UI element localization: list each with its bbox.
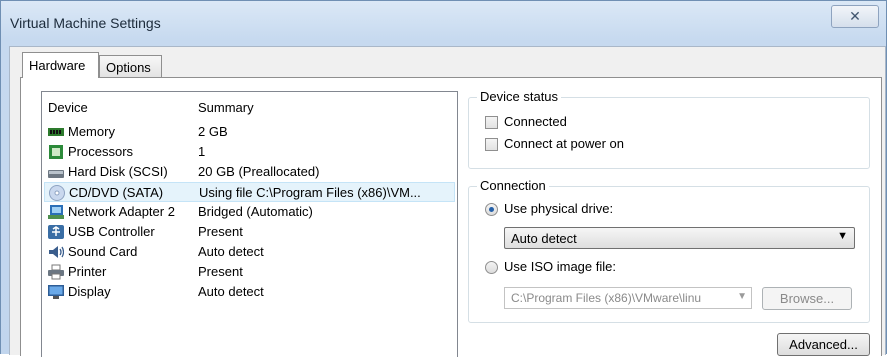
tab-hardware-label: Hardware: [29, 58, 86, 73]
device-name: USB Controller: [68, 224, 155, 239]
connected-label[interactable]: Connected: [504, 114, 567, 129]
hardware-tab-panel: Device Summary Memory 2 GB Processors 1 …: [20, 77, 882, 357]
summary-column-header[interactable]: Summary: [198, 100, 254, 115]
device-list[interactable]: Device Summary Memory 2 GB Processors 1 …: [41, 91, 458, 357]
use-physical-drive-label[interactable]: Use physical drive:: [504, 201, 613, 216]
table-row[interactable]: Hard Disk (SCSI) 20 GB (Preallocated): [44, 162, 455, 182]
printer-icon: [48, 264, 64, 280]
connect-at-power-on-label[interactable]: Connect at power on: [504, 136, 624, 151]
device-summary: Using file C:\Program Files (x86)\VM...: [199, 185, 421, 200]
device-name: Network Adapter 2: [68, 204, 175, 219]
display-icon: [48, 285, 64, 299]
device-summary: 2 GB: [198, 124, 228, 139]
chevron-down-icon: ▼: [737, 291, 747, 302]
device-summary: Auto detect: [198, 244, 264, 259]
device-name: CD/DVD (SATA): [69, 185, 164, 200]
device-summary: Present: [198, 224, 243, 239]
device-summary: Present: [198, 264, 243, 279]
table-row[interactable]: USB Controller Present: [44, 222, 455, 242]
device-name: Hard Disk (SCSI): [68, 164, 168, 179]
advanced-button[interactable]: Advanced...: [777, 333, 870, 356]
window-title: Virtual Machine Settings: [10, 15, 161, 31]
iso-path-combobox[interactable]: C:\Program Files (x86)\VMware\linu ▼: [504, 287, 752, 309]
device-summary: 20 GB (Preallocated): [198, 164, 320, 179]
tab-hardware[interactable]: Hardware: [22, 52, 99, 78]
device-status-group: Device status Connected Connect at power…: [468, 89, 870, 169]
processor-icon: [49, 145, 63, 159]
device-summary: Auto detect: [198, 284, 264, 299]
device-name: Display: [68, 284, 111, 299]
device-column-header[interactable]: Device: [48, 100, 88, 115]
device-name: Printer: [68, 264, 107, 279]
table-row[interactable]: Printer Present: [44, 262, 455, 282]
memory-icon: [48, 128, 64, 136]
cd-dvd-icon: [49, 185, 65, 201]
device-name: Sound Card: [68, 244, 138, 259]
device-summary: Bridged (Automatic): [198, 204, 313, 219]
device-summary: 1: [198, 144, 206, 159]
device-status-label: Device status: [477, 89, 562, 104]
network-adapter-icon: [48, 205, 64, 219]
physical-drive-dropdown[interactable]: Auto detect ▼: [504, 227, 855, 249]
use-physical-drive-radio[interactable]: [485, 203, 498, 216]
table-row[interactable]: CD/DVD (SATA) Using file C:\Program File…: [44, 182, 455, 202]
dialog-client-area: Hardware Options Device Summary Memory 2…: [9, 46, 886, 357]
iso-path-value: C:\Program Files (x86)\VMware\linu: [511, 291, 702, 305]
table-row[interactable]: Display Auto detect: [44, 282, 455, 302]
connection-label: Connection: [477, 178, 549, 193]
device-name: Memory: [68, 124, 115, 139]
sound-card-icon: [49, 246, 64, 258]
settings-window: Virtual Machine Settings ✕ Hardware Opti…: [0, 0, 887, 357]
close-icon: ✕: [849, 8, 861, 24]
connection-group: Connection Use physical drive: Auto dete…: [468, 178, 870, 323]
usb-icon: [48, 225, 64, 239]
use-iso-image-label[interactable]: Use ISO image file:: [504, 259, 616, 274]
table-row[interactable]: Processors 1: [44, 142, 455, 162]
chevron-down-icon: ▼: [837, 230, 848, 242]
tab-options-label: Options: [106, 60, 151, 75]
connect-at-power-on-checkbox[interactable]: [485, 138, 498, 151]
table-row[interactable]: Sound Card Auto detect: [44, 242, 455, 262]
device-name: Processors: [68, 144, 134, 159]
table-row[interactable]: Memory 2 GB: [44, 122, 455, 142]
close-button[interactable]: ✕: [831, 5, 879, 28]
table-row[interactable]: Network Adapter 2 Bridged (Automatic): [44, 202, 455, 222]
use-iso-image-radio[interactable]: [485, 261, 498, 274]
browse-button[interactable]: Browse...: [762, 287, 852, 310]
tab-options[interactable]: Options: [99, 55, 162, 77]
physical-drive-value: Auto detect: [511, 231, 577, 246]
hard-disk-icon: [48, 170, 64, 178]
connected-checkbox[interactable]: [485, 116, 498, 129]
